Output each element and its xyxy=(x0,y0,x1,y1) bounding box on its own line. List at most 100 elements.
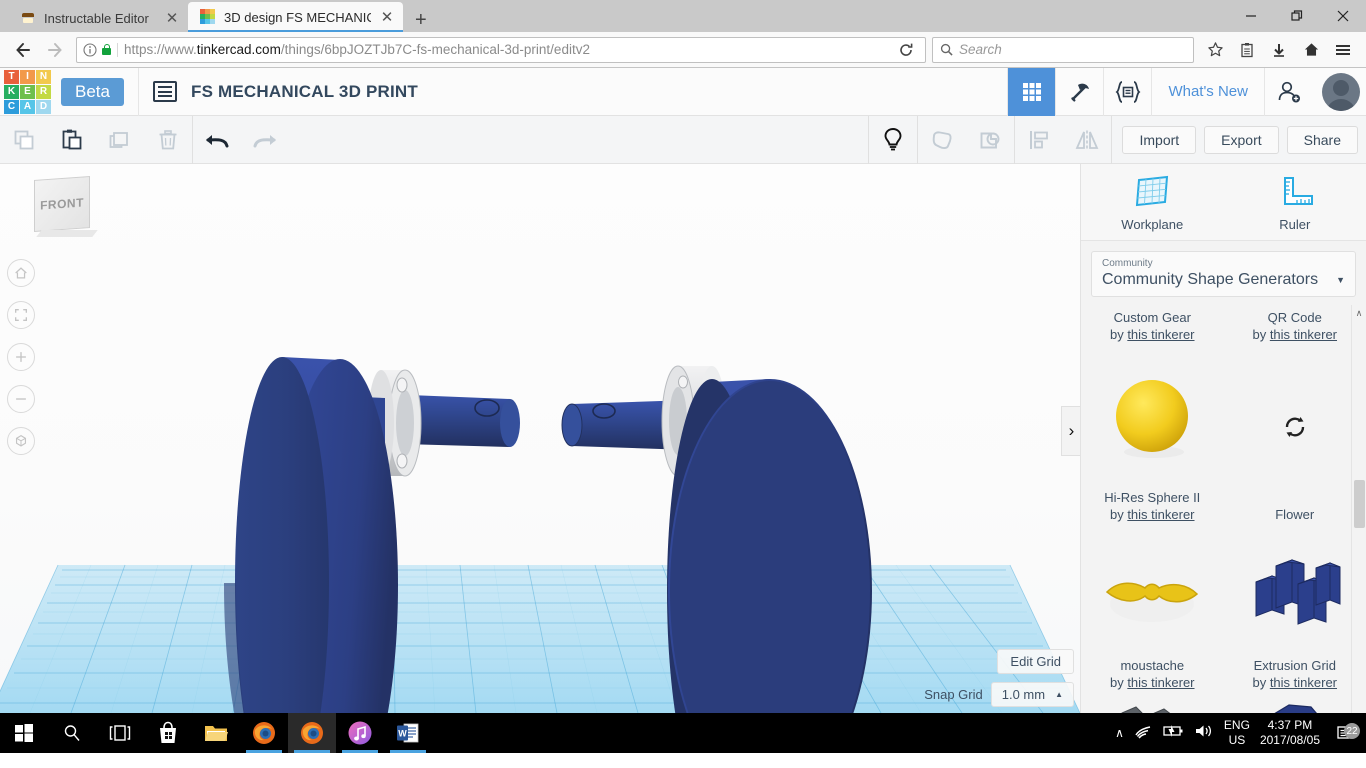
firefox-active-button[interactable] xyxy=(288,713,336,753)
clock[interactable]: 4:37 PM 2017/08/05 xyxy=(1260,718,1320,748)
ruler-tool[interactable]: Ruler xyxy=(1224,164,1366,240)
battery-icon[interactable] xyxy=(1162,724,1184,743)
add-user-icon[interactable] xyxy=(1264,67,1312,116)
close-icon[interactable]: ✕ xyxy=(379,8,395,26)
duplicate-button[interactable] xyxy=(96,116,144,164)
search-button[interactable] xyxy=(48,713,96,753)
redo-button[interactable] xyxy=(241,116,289,164)
store-button[interactable] xyxy=(144,713,192,753)
snap-grid-select[interactable]: 1.0 mm ▲ xyxy=(990,682,1074,707)
paste-button[interactable] xyxy=(48,116,96,164)
menu-icon[interactable] xyxy=(1328,36,1358,64)
site-identity[interactable] xyxy=(83,42,118,57)
search-input[interactable]: Search xyxy=(932,36,1194,63)
panel-collapse-handle[interactable]: › xyxy=(1061,406,1080,456)
browser-tab-tinkercad[interactable]: 3D design FS MECHANICAL ✕ xyxy=(188,2,403,32)
shape-item-custom-gear[interactable]: Custom Gear by this tinkerer xyxy=(1081,305,1224,347)
whats-new-link[interactable]: What's New xyxy=(1151,67,1264,116)
fit-view-button[interactable] xyxy=(7,301,35,329)
task-view-icon xyxy=(109,725,131,741)
bookmark-star-icon[interactable] xyxy=(1200,36,1230,64)
home-view-button[interactable] xyxy=(7,259,35,287)
align-button[interactable] xyxy=(1015,116,1063,164)
minimize-button[interactable] xyxy=(1228,0,1274,32)
workplane-tool[interactable]: Workplane xyxy=(1081,164,1224,240)
light-button[interactable] xyxy=(869,116,917,164)
volume-icon[interactable] xyxy=(1194,723,1214,744)
tray-chevron-icon[interactable]: ∧ xyxy=(1115,726,1124,740)
start-button[interactable] xyxy=(0,713,48,753)
category-dropdown[interactable]: Community Community Shape Generators ▼ xyxy=(1091,251,1356,297)
author-link[interactable]: this tinkerer xyxy=(1270,675,1337,690)
mirror-button[interactable] xyxy=(1063,116,1111,164)
undo-button[interactable] xyxy=(193,116,241,164)
new-tab-button[interactable]: + xyxy=(403,10,439,32)
close-icon[interactable]: ✕ xyxy=(164,9,180,27)
right-wheel[interactable] xyxy=(667,379,872,713)
author-link[interactable]: this tinkerer xyxy=(1127,327,1194,342)
pickaxe-icon[interactable] xyxy=(1055,67,1103,116)
task-view-button[interactable] xyxy=(96,713,144,753)
wifi-icon[interactable] xyxy=(1134,723,1152,744)
divider xyxy=(137,67,139,116)
avatar[interactable] xyxy=(1322,72,1360,111)
browser-tab-instructable[interactable]: Instructable Editor ✕ xyxy=(8,4,188,32)
shape-item-moustache[interactable]: moustache by this tinkerer xyxy=(1081,527,1224,695)
scroll-up-icon[interactable]: ∧ xyxy=(1352,305,1366,321)
zoom-in-button[interactable] xyxy=(7,343,35,371)
author-link[interactable]: this tinkerer xyxy=(1127,675,1194,690)
author-link[interactable]: this tinkerer xyxy=(1270,327,1337,342)
forward-icon[interactable] xyxy=(40,36,70,64)
notifications-button[interactable]: 22 xyxy=(1330,723,1360,742)
edit-grid-button[interactable]: Edit Grid xyxy=(997,649,1074,674)
firefox-button[interactable] xyxy=(240,713,288,753)
logo-tile: R xyxy=(36,84,51,99)
tab-strip: Instructable Editor ✕ 3D design FS MECHA… xyxy=(0,0,439,32)
logo-tile: N xyxy=(36,69,51,84)
export-button[interactable]: Export xyxy=(1204,125,1279,154)
home-icon[interactable] xyxy=(1296,36,1326,64)
group-button[interactable] xyxy=(918,116,966,164)
ungroup-button[interactable] xyxy=(966,116,1014,164)
design-canvas[interactable]: FRONT Edit Grid Snap Grid 1.0 mm ▲ › xyxy=(0,164,1080,713)
yellow-moustache-thumb xyxy=(1081,527,1224,657)
model-assembly[interactable] xyxy=(0,164,1080,713)
zoom-out-button[interactable] xyxy=(7,385,35,413)
firefox-icon xyxy=(253,722,275,744)
shape-item-qr-code[interactable]: QR Code by this tinkerer xyxy=(1224,305,1366,347)
perspective-toggle-button[interactable] xyxy=(7,427,35,455)
shape-item-polygon[interactable] xyxy=(1224,695,1366,713)
tinkercad-logo[interactable]: T I N K E R C A D xyxy=(4,69,51,114)
address-bar[interactable]: https://www.tinkercad.com/things/6bpJOZT… xyxy=(76,36,926,63)
import-button[interactable]: Import xyxy=(1122,125,1197,154)
shape-item-rocks[interactable] xyxy=(1081,695,1224,713)
project-list-icon[interactable] xyxy=(152,81,177,102)
library-icon[interactable] xyxy=(1232,36,1262,64)
shape-item-flower[interactable]: Flower xyxy=(1224,347,1366,527)
copy-button[interactable] xyxy=(0,116,48,164)
reload-icon[interactable] xyxy=(893,42,919,58)
tinkercad-icon xyxy=(200,9,216,25)
zoom-out-icon xyxy=(16,398,26,400)
codeblocks-icon[interactable] xyxy=(1103,67,1151,116)
share-button[interactable]: Share xyxy=(1286,125,1358,154)
author-link[interactable]: this tinkerer xyxy=(1127,507,1194,522)
panel-scrollbar[interactable]: ∧ xyxy=(1351,305,1366,713)
scrollbar-thumb[interactable] xyxy=(1354,480,1365,528)
restore-button[interactable] xyxy=(1274,0,1320,32)
left-wheel[interactable] xyxy=(223,357,398,713)
download-icon[interactable] xyxy=(1264,36,1294,64)
itunes-button[interactable] xyxy=(336,713,384,753)
logo-tile: D xyxy=(36,99,51,114)
word-button[interactable]: W xyxy=(384,713,432,753)
back-icon[interactable] xyxy=(8,36,38,64)
shape-item-hi-res-sphere[interactable]: Hi-Res Sphere II by this tinkerer xyxy=(1081,347,1224,527)
shape-item-extrusion-grid[interactable]: Extrusion Grid by this tinkerer xyxy=(1224,527,1366,695)
close-button[interactable] xyxy=(1320,0,1366,32)
delete-button[interactable] xyxy=(144,116,192,164)
grid-icon[interactable] xyxy=(1007,67,1056,116)
language-indicator[interactable]: ENG US xyxy=(1224,718,1250,748)
file-explorer-button[interactable] xyxy=(192,713,240,753)
shape-list[interactable]: Custom Gear by this tinkerer QR Code by … xyxy=(1081,305,1366,713)
view-cube[interactable]: FRONT xyxy=(34,176,98,237)
